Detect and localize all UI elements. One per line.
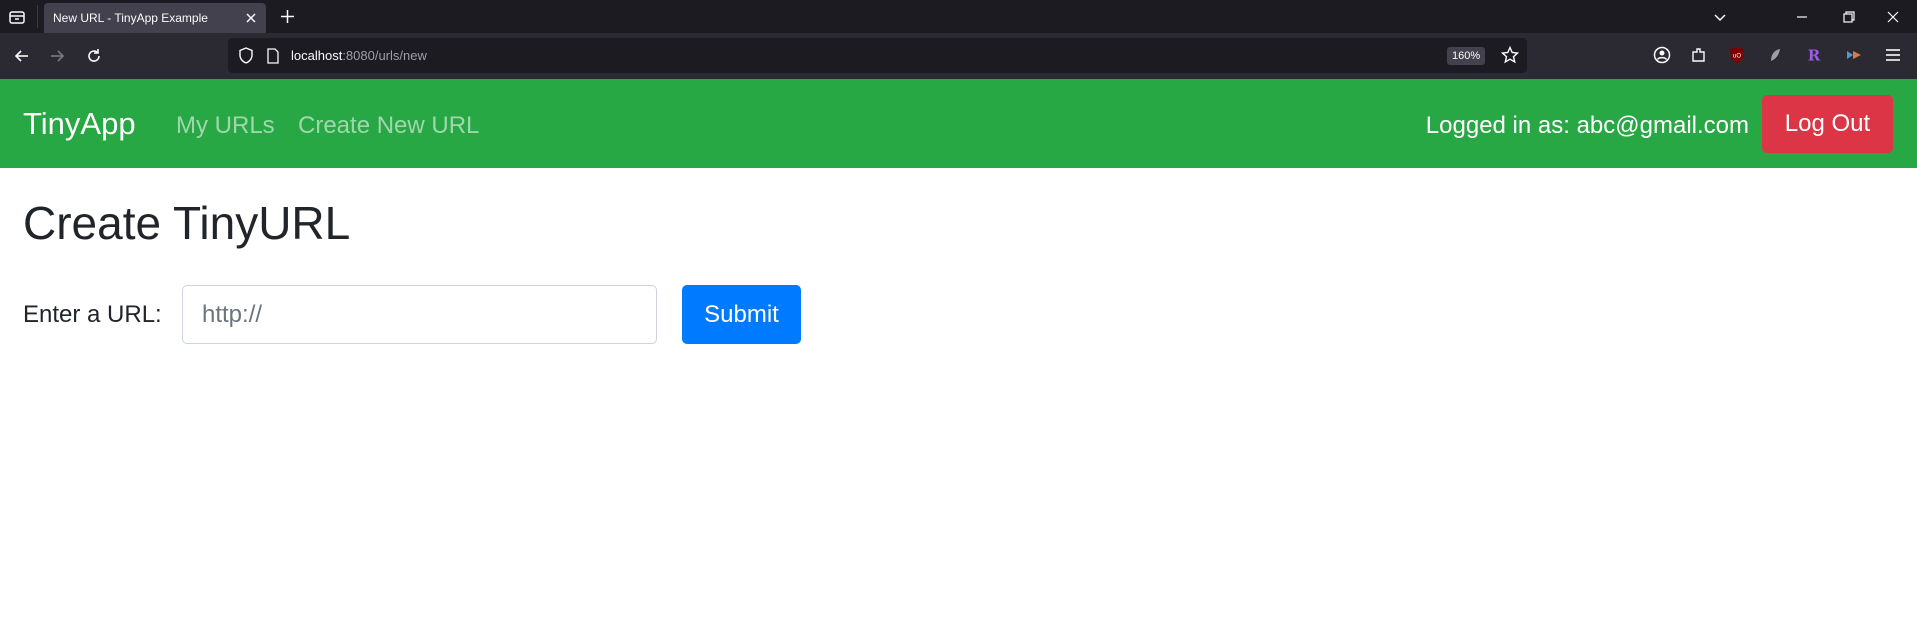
close-window-icon[interactable] (1884, 8, 1902, 26)
restore-icon[interactable] (1840, 8, 1858, 26)
url-field-label: Enter a URL: (23, 301, 162, 328)
nav-link-my-urls[interactable]: My URLs (176, 112, 275, 140)
logout-button[interactable]: Log Out (1762, 95, 1893, 153)
nav-link-create-new-url[interactable]: Create New URL (298, 112, 479, 140)
browser-toolbar: localhost:8080/urls/new 160% uO R (0, 33, 1917, 79)
zoom-badge[interactable]: 160% (1447, 47, 1486, 65)
wappalyzer-extension-icon[interactable] (1844, 45, 1864, 65)
logged-in-status: Logged in as: abc@gmail.com (1425, 112, 1749, 139)
shield-icon[interactable] (238, 47, 254, 64)
address-bar[interactable]: localhost:8080/urls/new 160% (228, 38, 1527, 73)
reload-icon[interactable] (84, 46, 104, 66)
svg-text:R: R (1808, 47, 1821, 65)
page-title: Create TinyURL (23, 197, 351, 249)
brand-link[interactable]: TinyApp (23, 106, 136, 142)
page-icon[interactable] (266, 48, 280, 64)
url-path: :8080/urls/new (342, 48, 427, 63)
feather-extension-icon[interactable] (1765, 45, 1785, 65)
close-tab-icon[interactable] (243, 10, 259, 26)
url-host: localhost (291, 48, 343, 63)
list-all-tabs-icon[interactable] (1711, 8, 1729, 26)
r-extension-icon[interactable]: R (1804, 45, 1824, 65)
tab-separator (37, 5, 38, 28)
tab-list-icon[interactable] (8, 8, 26, 26)
page-content: TinyApp My URLs Create New URL Logged in… (0, 79, 1917, 623)
forward-icon[interactable] (47, 46, 67, 66)
bookmark-star-icon[interactable] (1501, 46, 1519, 64)
submit-button[interactable]: Submit (682, 285, 801, 344)
account-icon[interactable] (1652, 45, 1672, 65)
browser-tab[interactable]: New URL - TinyApp Example (44, 3, 266, 33)
extensions-icon[interactable] (1689, 45, 1709, 65)
tab-title: New URL - TinyApp Example (53, 11, 208, 25)
app-navbar: TinyApp My URLs Create New URL Logged in… (0, 79, 1917, 168)
browser-tab-bar: New URL - TinyApp Example (0, 0, 1917, 33)
svg-text:uO: uO (1733, 54, 1741, 60)
back-icon[interactable] (12, 46, 32, 66)
long-url-input[interactable] (182, 285, 657, 344)
ublock-origin-icon[interactable]: uO (1727, 45, 1747, 65)
url-text: localhost:8080/urls/new (291, 48, 427, 63)
menu-icon[interactable] (1883, 45, 1903, 65)
new-tab-icon[interactable] (279, 8, 296, 25)
minimize-icon[interactable] (1793, 8, 1811, 26)
